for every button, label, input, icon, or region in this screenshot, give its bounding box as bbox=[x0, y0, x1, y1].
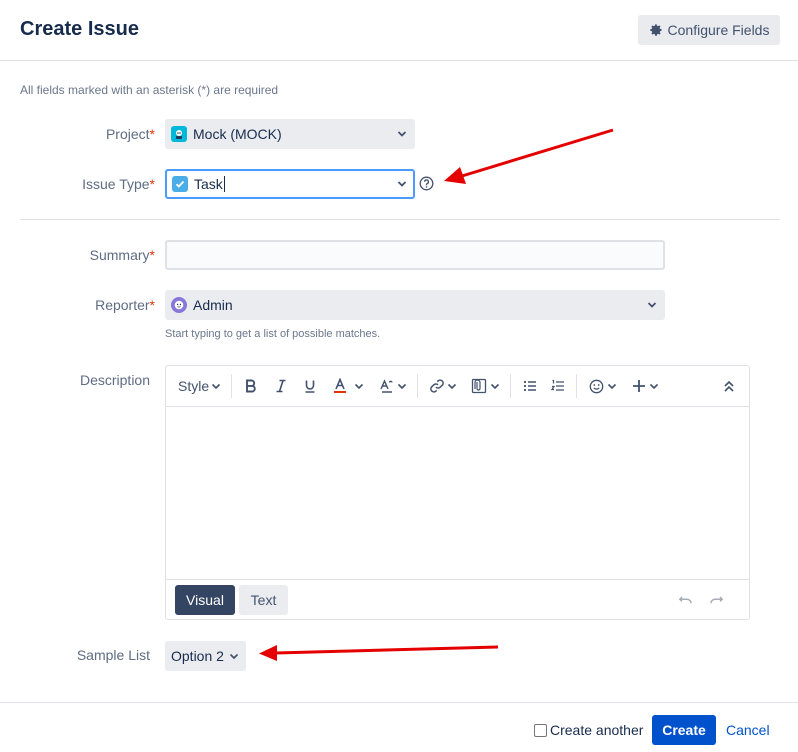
annotation-arrow bbox=[259, 645, 499, 661]
redo-icon[interactable] bbox=[708, 592, 724, 608]
emoji-icon bbox=[589, 379, 604, 393]
chevron-down-icon bbox=[490, 383, 500, 390]
gear-icon bbox=[649, 24, 662, 36]
create-button[interactable]: Create bbox=[652, 715, 716, 745]
attachment-icon bbox=[471, 378, 487, 394]
toolbar-separator bbox=[231, 374, 232, 398]
checkbox-box[interactable] bbox=[534, 723, 547, 737]
text-color-icon bbox=[334, 378, 346, 393]
chevron-down-icon bbox=[647, 302, 657, 308]
summary-label: Summary* bbox=[89, 247, 155, 263]
numbered-list-icon bbox=[551, 379, 564, 391]
chevron-down-icon bbox=[397, 131, 407, 137]
dialog-title: Create Issue bbox=[20, 18, 139, 40]
chevron-down-icon bbox=[212, 383, 221, 390]
sample-list-value: Option 2 bbox=[171, 648, 224, 664]
chevron-down-icon bbox=[354, 383, 364, 390]
emoji-button[interactable] bbox=[589, 376, 617, 396]
create-another-checkbox[interactable]: Create another bbox=[534, 722, 643, 738]
dialog-header: Create Issue Configure Fields bbox=[0, 0, 798, 61]
link-button[interactable] bbox=[429, 376, 457, 396]
issue-type-label: Issue Type* bbox=[82, 176, 155, 192]
underline-button[interactable] bbox=[303, 376, 317, 396]
reporter-label: Reporter* bbox=[95, 297, 155, 313]
bullet-list-icon bbox=[523, 380, 536, 392]
annotation-arrow bbox=[444, 128, 614, 184]
italic-icon bbox=[276, 379, 286, 393]
cancel-link[interactable]: Cancel bbox=[726, 722, 770, 738]
dialog-footer: Create another Create Cancel bbox=[0, 702, 798, 752]
style-dropdown[interactable]: Style bbox=[178, 376, 221, 396]
reporter-select[interactable]: Admin bbox=[165, 290, 665, 320]
underline-icon bbox=[305, 380, 315, 393]
collapse-icon bbox=[724, 380, 734, 392]
style-label: Style bbox=[178, 378, 210, 394]
link-icon bbox=[430, 379, 444, 393]
chevron-down-icon bbox=[397, 181, 407, 187]
toolbar-separator bbox=[417, 374, 418, 398]
text-cursor bbox=[223, 176, 225, 192]
visual-mode-tab[interactable]: Visual bbox=[175, 585, 235, 615]
chevron-down-icon bbox=[649, 383, 659, 390]
description-label: Description bbox=[79, 372, 150, 388]
insert-button[interactable] bbox=[632, 376, 659, 396]
issue-type-select[interactable]: Task bbox=[165, 169, 415, 199]
description-editor: Style Visual Text bbox=[165, 365, 750, 620]
text-mode-tab[interactable]: Text bbox=[239, 585, 288, 615]
toolbar-separator bbox=[510, 374, 511, 398]
issue-type-value: Task bbox=[194, 176, 223, 192]
reporter-value: Admin bbox=[193, 297, 233, 313]
required-fields-note: All fields marked with an asterisk (*) a… bbox=[20, 83, 279, 97]
summary-input[interactable] bbox=[165, 240, 665, 270]
editor-toolbar: Style bbox=[166, 366, 749, 407]
editor-footer: Visual Text bbox=[166, 579, 749, 619]
chevron-down-icon bbox=[229, 653, 239, 660]
insert-icon bbox=[633, 380, 645, 392]
numbered-list-button[interactable] bbox=[551, 376, 565, 396]
configure-fields-button[interactable]: Configure Fields bbox=[638, 15, 780, 45]
editor-content-area[interactable] bbox=[166, 407, 749, 579]
italic-button[interactable] bbox=[274, 376, 288, 396]
reporter-hint: Start typing to get a list of possible m… bbox=[165, 328, 381, 340]
attachment-button[interactable] bbox=[471, 376, 500, 396]
project-avatar-icon bbox=[171, 126, 187, 142]
toolbar-separator bbox=[576, 374, 577, 398]
chevron-down-icon bbox=[447, 383, 457, 390]
project-select[interactable]: Mock (MOCK) bbox=[165, 119, 415, 149]
project-value: Mock (MOCK) bbox=[193, 126, 282, 142]
chevron-down-icon bbox=[607, 383, 617, 390]
sample-list-select[interactable]: Option 2 bbox=[165, 641, 246, 671]
help-icon[interactable] bbox=[419, 176, 434, 191]
configure-fields-label: Configure Fields bbox=[667, 22, 770, 38]
text-format-button[interactable] bbox=[379, 376, 407, 396]
chevron-down-icon bbox=[397, 383, 407, 390]
sample-list-label: Sample List bbox=[76, 647, 150, 663]
bold-icon bbox=[246, 379, 256, 393]
section-divider bbox=[20, 219, 780, 220]
bold-button[interactable] bbox=[244, 376, 258, 396]
collapse-toolbar-button[interactable] bbox=[723, 376, 735, 396]
project-label: Project* bbox=[105, 126, 155, 142]
task-checkbox-icon bbox=[172, 176, 188, 192]
user-avatar-icon bbox=[171, 297, 187, 313]
text-color-button[interactable] bbox=[332, 376, 364, 396]
bullet-list-button[interactable] bbox=[523, 376, 537, 396]
text-format-icon bbox=[380, 379, 393, 393]
create-another-label: Create another bbox=[550, 722, 644, 738]
undo-icon[interactable] bbox=[678, 592, 694, 608]
